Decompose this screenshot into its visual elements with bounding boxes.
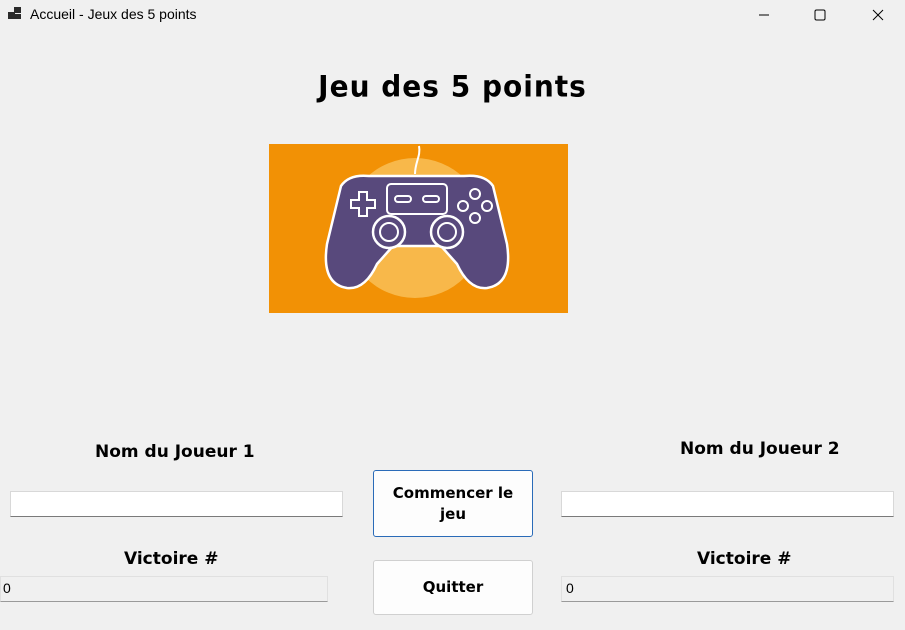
player1-name-input[interactable] [10,491,343,517]
player2-name-label: Nom du Joueur 2 [680,439,840,459]
page-title: Jeu des 5 points [318,69,587,104]
close-button[interactable] [855,0,901,30]
maximize-button[interactable] [797,0,843,30]
window-title: Accueil - Jeux des 5 points [30,6,197,22]
player1-victory-label: Victoire # [124,549,219,569]
app-icon [8,7,21,19]
quit-button[interactable]: Quitter [373,560,533,615]
quit-label: Quitter [422,578,484,596]
start-game-label-line2: jeu [440,504,466,523]
start-game-button[interactable]: Commencer le jeu [373,470,533,537]
close-icon [872,9,884,21]
maximize-icon [814,9,826,21]
minimize-button[interactable] [741,0,787,30]
start-game-label-line1: Commencer le [392,483,514,502]
gamepad-illustration-icon [324,145,510,298]
player2-victory-label: Victoire # [697,549,792,569]
minimize-icon [759,14,769,16]
player2-victory-field: 0 [561,576,894,602]
gamepad-banner [269,144,568,313]
player1-name-label: Nom du Joueur 1 [95,442,255,462]
title-bar: Accueil - Jeux des 5 points [0,0,905,30]
player1-victory-field: 0 [0,576,328,602]
player2-name-input[interactable] [561,491,894,517]
